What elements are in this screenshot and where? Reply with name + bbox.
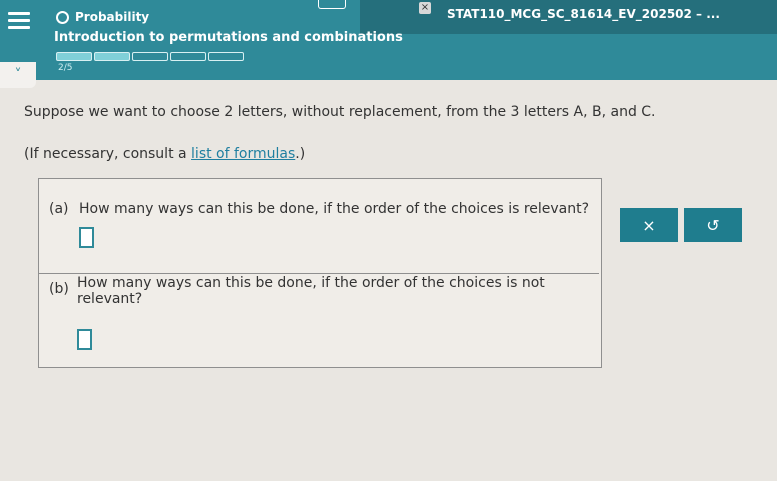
close-tab-icon[interactable]: × [419, 2, 431, 14]
clear-icon: × [642, 215, 656, 235]
chevron-glyph: ˅ [14, 67, 22, 83]
part-b-question: How many ways can this be done, if the o… [77, 275, 545, 307]
progress-bar [56, 52, 244, 61]
progress-segment [208, 52, 244, 61]
topic-row: Probability [56, 10, 149, 24]
part-b-label: (b) [49, 281, 69, 297]
window-control-icon [318, 0, 346, 9]
undo-button[interactable]: ↺ [684, 208, 742, 242]
part-a-label: (a) [49, 201, 69, 217]
note-prefix: (If necessary, consult a [24, 146, 192, 162]
progress-segment [56, 52, 92, 61]
close-glyph: × [420, 2, 430, 13]
answer-panel: (a) How many ways can this be done, if t… [38, 178, 602, 368]
lesson-title: Introduction to permutations and combina… [54, 30, 403, 45]
note-suffix: .) [295, 146, 306, 162]
part-a-question: How many ways can this be done, if the o… [79, 201, 590, 217]
part-a-answer-input[interactable] [79, 227, 94, 248]
tab-title[interactable]: STAT110_MCG_SC_81614_EV_202502 – ... [447, 7, 720, 21]
topic-label: Probability [75, 10, 150, 24]
question-text: Suppose we want to choose 2 letters, wit… [24, 104, 656, 120]
circle-icon [56, 10, 69, 24]
progress-counter: 2/5 [58, 63, 73, 73]
formula-note: (If necessary, consult a list of formula… [24, 146, 305, 162]
menu-icon[interactable] [8, 12, 30, 30]
part-b-answer-input[interactable] [77, 329, 92, 350]
progress-segment [132, 52, 168, 61]
clear-button[interactable]: × [620, 208, 678, 242]
progress-segment [94, 52, 130, 61]
part-a-section: (a) How many ways can this be done, if t… [39, 179, 599, 274]
formulas-link[interactable]: list of formulas [191, 146, 295, 162]
chevron-down-icon[interactable]: ˅ [0, 62, 36, 88]
undo-icon: ↺ [706, 215, 720, 235]
progress-segment [170, 52, 206, 61]
